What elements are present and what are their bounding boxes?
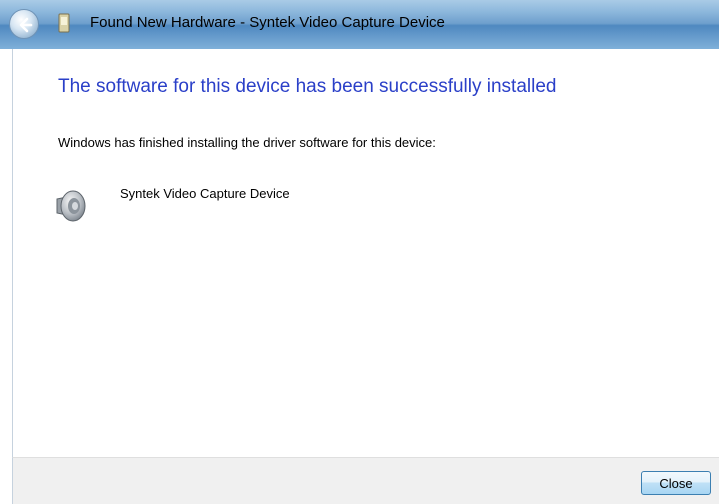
description-text: Windows has finished installing the driv… bbox=[58, 135, 436, 150]
device-name: Syntek Video Capture Device bbox=[120, 186, 290, 201]
back-button[interactable] bbox=[9, 9, 39, 39]
window-title: Found New Hardware - Syntek Video Captur… bbox=[90, 14, 445, 31]
hardware-icon bbox=[58, 13, 70, 33]
title-bar: Found New Hardware - Syntek Video Captur… bbox=[0, 0, 719, 49]
footer-bar: Close bbox=[12, 457, 719, 504]
close-button[interactable]: Close bbox=[641, 471, 711, 495]
page-title: The software for this device has been su… bbox=[58, 76, 557, 97]
back-arrow-icon bbox=[19, 17, 33, 33]
content-pane: The software for this device has been su… bbox=[12, 49, 719, 457]
speaker-device-icon bbox=[56, 190, 86, 222]
